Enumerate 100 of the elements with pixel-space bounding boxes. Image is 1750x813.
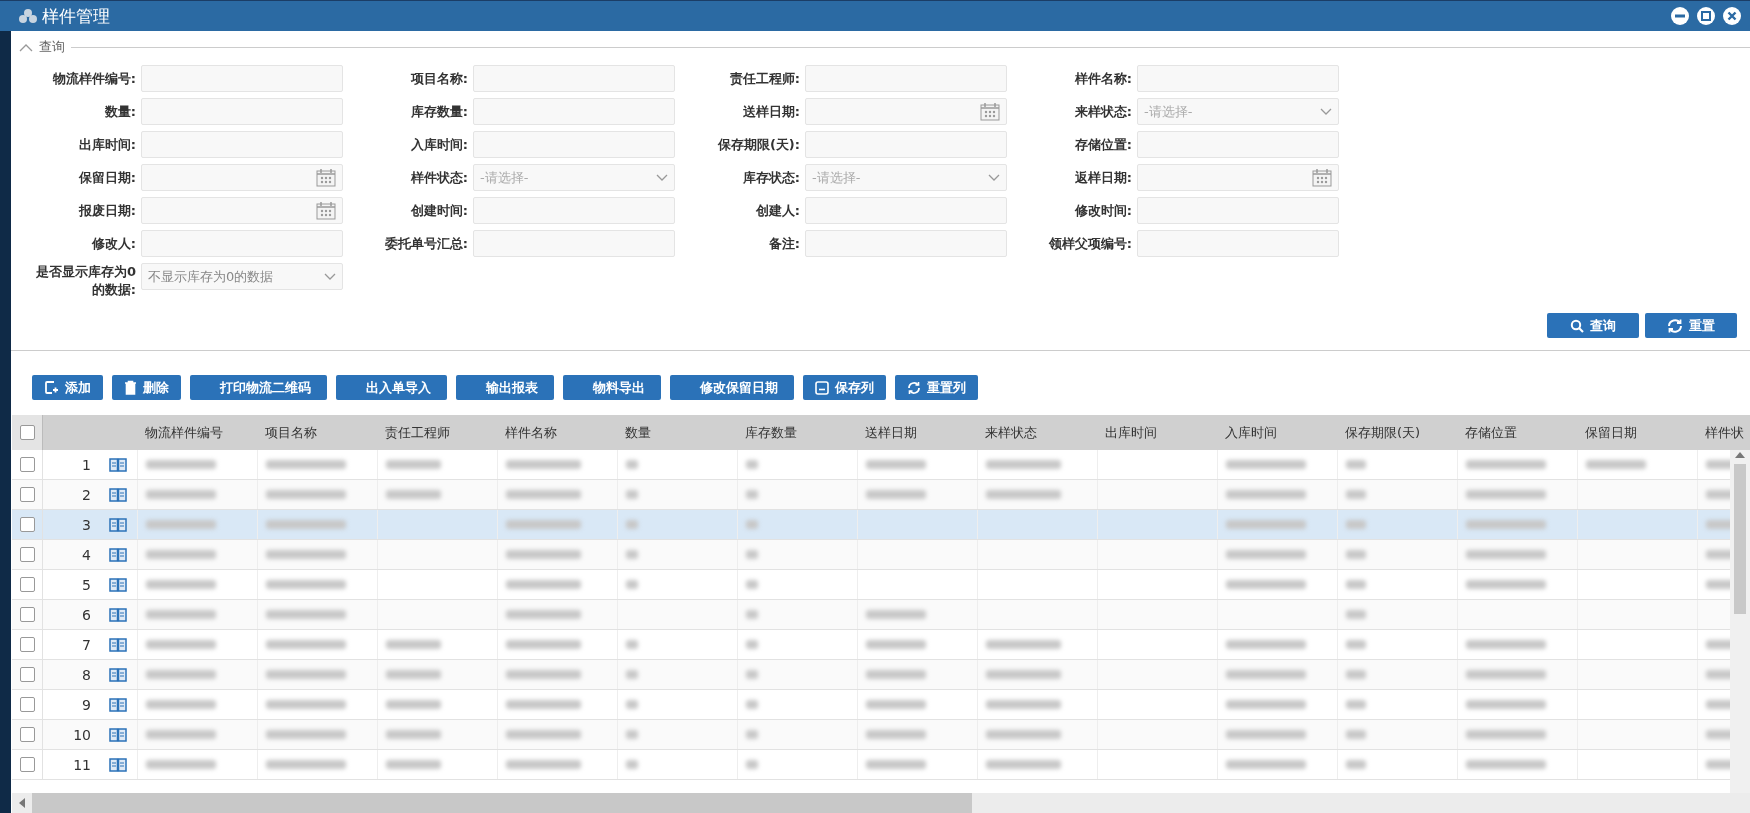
toolbar-button[interactable]: 添加 [32, 375, 103, 400]
toolbar-button[interactable]: 修改保留日期 [670, 375, 794, 400]
open-book-icon[interactable] [109, 697, 127, 712]
date-field[interactable] [141, 164, 343, 191]
column-header[interactable]: 出库时间 [1105, 424, 1157, 440]
open-book-icon[interactable] [109, 547, 127, 562]
table-row[interactable]: 7 [12, 630, 1730, 660]
input-field[interactable] [805, 131, 1007, 158]
row-checkbox[interactable] [19, 517, 35, 532]
open-book-icon[interactable] [109, 757, 127, 772]
input-field[interactable] [473, 131, 675, 158]
column-header[interactable]: 来样状态 [985, 424, 1037, 440]
select-all-checkbox[interactable] [19, 425, 35, 440]
calendar-icon[interactable] [1312, 168, 1332, 187]
field-label: 责任工程师: [728, 69, 801, 88]
dropdown-caret-icon[interactable] [656, 173, 668, 182]
toolbar-button[interactable]: 删除 [112, 375, 181, 400]
table-row[interactable]: 6 [12, 600, 1730, 630]
input-field[interactable] [473, 65, 675, 92]
column-header[interactable]: 项目名称 [265, 424, 317, 440]
horizontal-scrollbar[interactable] [12, 793, 1750, 813]
row-checkbox[interactable] [19, 697, 35, 712]
date-field[interactable] [805, 98, 1007, 125]
date-field[interactable] [1137, 164, 1339, 191]
vertical-scrollbar[interactable] [1730, 450, 1750, 793]
open-book-icon[interactable] [109, 637, 127, 652]
row-checkbox[interactable] [19, 487, 35, 502]
input-field[interactable] [1137, 197, 1339, 224]
calendar-icon[interactable] [980, 102, 1000, 121]
input-field[interactable] [805, 65, 1007, 92]
column-header[interactable]: 入库时间 [1225, 424, 1277, 440]
table-row[interactable]: 3 [12, 510, 1730, 540]
table-row[interactable]: 1 [12, 450, 1730, 480]
calendar-icon[interactable] [316, 201, 336, 220]
field-label: 样件状态: [409, 168, 469, 187]
minimize-icon[interactable] [1670, 6, 1690, 26]
column-header[interactable]: 存储位置 [1465, 424, 1517, 440]
row-checkbox[interactable] [19, 547, 35, 562]
row-checkbox[interactable] [19, 457, 35, 472]
column-header[interactable]: 样件名称 [505, 424, 557, 440]
input-field[interactable] [473, 197, 675, 224]
table-row[interactable]: 5 [12, 570, 1730, 600]
table-row[interactable]: 11 [12, 750, 1730, 780]
input-field[interactable] [1137, 230, 1339, 257]
column-header[interactable]: 数量 [625, 424, 651, 440]
dropdown-caret-icon[interactable] [324, 272, 336, 281]
dropdown-caret-icon[interactable] [1320, 107, 1332, 116]
input-field[interactable] [141, 98, 343, 125]
open-book-icon[interactable] [109, 577, 127, 592]
dropdown-field[interactable]: 不显示库存为0的数据 [141, 263, 343, 290]
dropdown-caret-icon[interactable] [988, 173, 1000, 182]
table-row[interactable]: 10 [12, 720, 1730, 750]
column-header[interactable]: 送样日期 [865, 424, 917, 440]
input-field[interactable] [473, 230, 675, 257]
row-checkbox[interactable] [19, 727, 35, 742]
column-header[interactable]: 物流样件编号 [145, 424, 223, 440]
column-header[interactable]: 责任工程师 [385, 424, 450, 440]
input-field[interactable] [141, 131, 343, 158]
close-icon[interactable] [1722, 6, 1742, 26]
toolbar-button[interactable]: 打印物流二维码 [190, 375, 327, 400]
date-field[interactable] [141, 197, 343, 224]
open-book-icon[interactable] [109, 727, 127, 742]
row-checkbox[interactable] [19, 667, 35, 682]
toolbar-button[interactable]: 出入单导入 [336, 375, 447, 400]
input-field[interactable] [141, 65, 343, 92]
open-book-icon[interactable] [109, 667, 127, 682]
input-field[interactable] [1137, 65, 1339, 92]
toolbar-button[interactable]: 输出报表 [456, 375, 554, 400]
column-header[interactable]: 保存期限(天) [1345, 424, 1421, 440]
toolbar-button[interactable]: 保存列 [803, 375, 886, 400]
toolbar-button[interactable]: 物料导出 [563, 375, 661, 400]
open-book-icon[interactable] [109, 487, 127, 502]
row-checkbox[interactable] [19, 577, 35, 592]
input-field[interactable] [805, 230, 1007, 257]
calendar-icon[interactable] [316, 168, 336, 187]
column-header[interactable]: 库存数量 [745, 424, 797, 440]
input-field[interactable] [805, 197, 1007, 224]
row-number: 3 [82, 516, 91, 533]
input-field[interactable] [473, 98, 675, 125]
column-header[interactable]: 保留日期 [1585, 424, 1637, 440]
field-label: 保存期限(天): [716, 135, 801, 154]
reset-button[interactable]: 重置 [1645, 313, 1737, 338]
table-row[interactable]: 4 [12, 540, 1730, 570]
row-checkbox[interactable] [19, 637, 35, 652]
collapse-chevron-icon[interactable] [19, 42, 33, 52]
column-header[interactable]: 样件状 [1705, 424, 1744, 440]
open-book-icon[interactable] [109, 517, 127, 532]
table-row[interactable]: 8 [12, 660, 1730, 690]
search-button[interactable]: 查询 [1547, 313, 1639, 338]
field-label: 保留日期: [77, 168, 137, 187]
row-checkbox[interactable] [19, 757, 35, 772]
table-row[interactable]: 9 [12, 690, 1730, 720]
open-book-icon[interactable] [109, 607, 127, 622]
row-checkbox[interactable] [19, 607, 35, 622]
input-field[interactable] [1137, 131, 1339, 158]
open-book-icon[interactable] [109, 457, 127, 472]
maximize-icon[interactable] [1696, 6, 1716, 26]
table-row[interactable]: 2 [12, 480, 1730, 510]
input-field[interactable] [141, 230, 343, 257]
toolbar-button[interactable]: 重置列 [895, 375, 978, 400]
